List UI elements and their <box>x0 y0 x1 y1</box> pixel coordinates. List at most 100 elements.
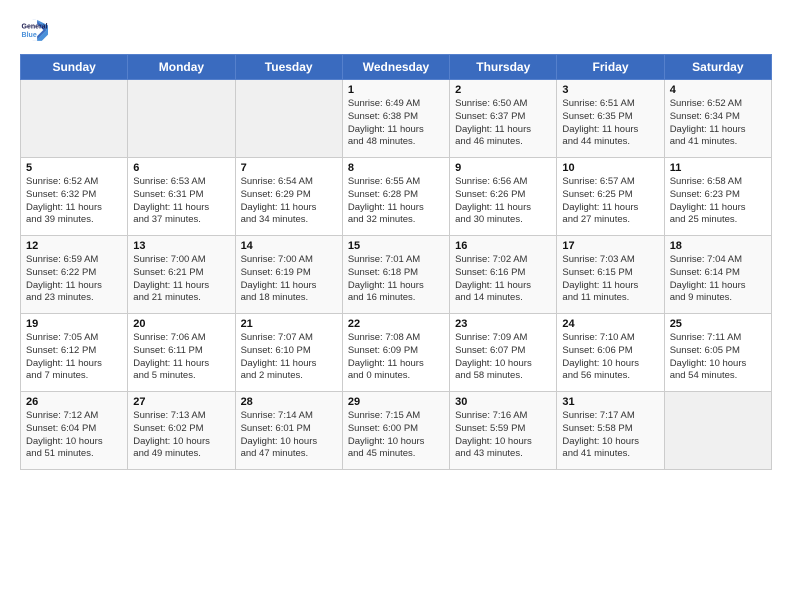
day-cell <box>664 392 771 470</box>
weekday-header-monday: Monday <box>128 55 235 80</box>
logo-icon: General Blue <box>20 16 48 44</box>
day-cell: 3 Sunrise: 6:51 AM Sunset: 6:35 PM Daylig… <box>557 80 664 158</box>
day-number: 22 <box>348 318 444 330</box>
day-number: 4 <box>670 84 766 96</box>
day-cell: 25 Sunrise: 7:11 AM Sunset: 6:05 PM Dayli… <box>664 314 771 392</box>
day-info: Sunrise: 7:07 AM Sunset: 6:10 PM Dayligh… <box>241 332 337 383</box>
day-info: Sunrise: 6:56 AM Sunset: 6:26 PM Dayligh… <box>455 176 551 227</box>
day-number: 15 <box>348 240 444 252</box>
day-number: 23 <box>455 318 551 330</box>
day-info: Sunrise: 7:16 AM Sunset: 5:59 PM Dayligh… <box>455 410 551 461</box>
day-cell: 17 Sunrise: 7:03 AM Sunset: 6:15 PM Dayli… <box>557 236 664 314</box>
day-info: Sunrise: 6:53 AM Sunset: 6:31 PM Dayligh… <box>133 176 229 227</box>
day-number: 30 <box>455 396 551 408</box>
day-number: 5 <box>26 162 122 174</box>
day-info: Sunrise: 6:49 AM Sunset: 6:38 PM Dayligh… <box>348 98 444 149</box>
day-cell: 26 Sunrise: 7:12 AM Sunset: 6:04 PM Dayli… <box>21 392 128 470</box>
day-info: Sunrise: 7:01 AM Sunset: 6:18 PM Dayligh… <box>348 254 444 305</box>
day-info: Sunrise: 7:17 AM Sunset: 5:58 PM Dayligh… <box>562 410 658 461</box>
day-cell: 19 Sunrise: 7:05 AM Sunset: 6:12 PM Dayli… <box>21 314 128 392</box>
day-cell: 1 Sunrise: 6:49 AM Sunset: 6:38 PM Daylig… <box>342 80 449 158</box>
day-info: Sunrise: 7:04 AM Sunset: 6:14 PM Dayligh… <box>670 254 766 305</box>
week-row-2: 12 Sunrise: 6:59 AM Sunset: 6:22 PM Dayli… <box>21 236 772 314</box>
day-info: Sunrise: 6:54 AM Sunset: 6:29 PM Dayligh… <box>241 176 337 227</box>
day-cell <box>235 80 342 158</box>
day-number: 27 <box>133 396 229 408</box>
day-info: Sunrise: 6:55 AM Sunset: 6:28 PM Dayligh… <box>348 176 444 227</box>
day-cell: 22 Sunrise: 7:08 AM Sunset: 6:09 PM Dayli… <box>342 314 449 392</box>
day-cell <box>21 80 128 158</box>
day-info: Sunrise: 7:11 AM Sunset: 6:05 PM Dayligh… <box>670 332 766 383</box>
day-cell: 16Sunrise: 7:02 AM Sunset: 6:16 PM Dayli… <box>450 236 557 314</box>
logo: General Blue <box>20 16 48 44</box>
weekday-header-thursday: Thursday <box>450 55 557 80</box>
day-cell: 7Sunrise: 6:54 AM Sunset: 6:29 PM Daylig… <box>235 158 342 236</box>
day-number: 9 <box>455 162 551 174</box>
day-number: 1 <box>348 84 444 96</box>
day-cell: 6 Sunrise: 6:53 AM Sunset: 6:31 PM Daylig… <box>128 158 235 236</box>
weekday-header-tuesday: Tuesday <box>235 55 342 80</box>
day-number: 3 <box>562 84 658 96</box>
weekday-header-row: SundayMondayTuesdayWednesdayThursdayFrid… <box>21 55 772 80</box>
day-number: 19 <box>26 318 122 330</box>
day-cell: 13 Sunrise: 7:00 AM Sunset: 6:21 PM Dayli… <box>128 236 235 314</box>
day-number: 25 <box>670 318 766 330</box>
day-info: Sunrise: 7:02 AM Sunset: 6:16 PM Dayligh… <box>455 254 551 305</box>
day-info: Sunrise: 6:57 AM Sunset: 6:25 PM Dayligh… <box>562 176 658 227</box>
weekday-header-friday: Friday <box>557 55 664 80</box>
day-number: 11 <box>670 162 766 174</box>
day-info: Sunrise: 6:58 AM Sunset: 6:23 PM Dayligh… <box>670 176 766 227</box>
day-number: 6 <box>133 162 229 174</box>
weekday-header-saturday: Saturday <box>664 55 771 80</box>
day-cell: 20Sunrise: 7:06 AM Sunset: 6:11 PM Dayli… <box>128 314 235 392</box>
day-cell: 12 Sunrise: 6:59 AM Sunset: 6:22 PM Dayli… <box>21 236 128 314</box>
day-number: 8 <box>348 162 444 174</box>
svg-text:General: General <box>22 23 48 30</box>
day-info: Sunrise: 7:09 AM Sunset: 6:07 PM Dayligh… <box>455 332 551 383</box>
day-info: Sunrise: 6:51 AM Sunset: 6:35 PM Dayligh… <box>562 98 658 149</box>
calendar-table: SundayMondayTuesdayWednesdayThursdayFrid… <box>20 54 772 470</box>
day-cell: 23 Sunrise: 7:09 AM Sunset: 6:07 PM Dayli… <box>450 314 557 392</box>
header: General Blue <box>20 16 772 44</box>
day-number: 20 <box>133 318 229 330</box>
day-number: 13 <box>133 240 229 252</box>
day-cell: 10Sunrise: 6:57 AM Sunset: 6:25 PM Dayli… <box>557 158 664 236</box>
week-row-0: 1 Sunrise: 6:49 AM Sunset: 6:38 PM Daylig… <box>21 80 772 158</box>
day-cell: 11 Sunrise: 6:58 AM Sunset: 6:23 PM Dayli… <box>664 158 771 236</box>
day-number: 17 <box>562 240 658 252</box>
day-info: Sunrise: 7:03 AM Sunset: 6:15 PM Dayligh… <box>562 254 658 305</box>
day-cell: 4 Sunrise: 6:52 AM Sunset: 6:34 PM Daylig… <box>664 80 771 158</box>
day-cell: 30 Sunrise: 7:16 AM Sunset: 5:59 PM Dayli… <box>450 392 557 470</box>
day-number: 12 <box>26 240 122 252</box>
day-cell: 24Sunrise: 7:10 AM Sunset: 6:06 PM Dayli… <box>557 314 664 392</box>
day-cell: 18 Sunrise: 7:04 AM Sunset: 6:14 PM Dayli… <box>664 236 771 314</box>
day-cell: 9 Sunrise: 6:56 AM Sunset: 6:26 PM Daylig… <box>450 158 557 236</box>
svg-text:Blue: Blue <box>22 32 37 39</box>
day-number: 24 <box>562 318 658 330</box>
day-number: 21 <box>241 318 337 330</box>
day-cell: 28 Sunrise: 7:14 AM Sunset: 6:01 PM Dayli… <box>235 392 342 470</box>
week-row-1: 5Sunrise: 6:52 AM Sunset: 6:32 PM Daylig… <box>21 158 772 236</box>
day-info: Sunrise: 6:59 AM Sunset: 6:22 PM Dayligh… <box>26 254 122 305</box>
day-cell: 2Sunrise: 6:50 AM Sunset: 6:37 PM Daylig… <box>450 80 557 158</box>
page: General Blue SundayMondayTuesdayWednesda… <box>0 0 792 612</box>
day-number: 26 <box>26 396 122 408</box>
day-info: Sunrise: 7:13 AM Sunset: 6:02 PM Dayligh… <box>133 410 229 461</box>
day-info: Sunrise: 7:14 AM Sunset: 6:01 PM Dayligh… <box>241 410 337 461</box>
day-number: 28 <box>241 396 337 408</box>
day-cell: 5Sunrise: 6:52 AM Sunset: 6:32 PM Daylig… <box>21 158 128 236</box>
day-info: Sunrise: 7:12 AM Sunset: 6:04 PM Dayligh… <box>26 410 122 461</box>
weekday-header-wednesday: Wednesday <box>342 55 449 80</box>
week-row-3: 19 Sunrise: 7:05 AM Sunset: 6:12 PM Dayli… <box>21 314 772 392</box>
day-info: Sunrise: 6:52 AM Sunset: 6:34 PM Dayligh… <box>670 98 766 149</box>
day-number: 18 <box>670 240 766 252</box>
day-info: Sunrise: 7:08 AM Sunset: 6:09 PM Dayligh… <box>348 332 444 383</box>
day-cell: 14 Sunrise: 7:00 AM Sunset: 6:19 PM Dayli… <box>235 236 342 314</box>
day-number: 2 <box>455 84 551 96</box>
day-info: Sunrise: 7:15 AM Sunset: 6:00 PM Dayligh… <box>348 410 444 461</box>
day-info: Sunrise: 7:00 AM Sunset: 6:19 PM Dayligh… <box>241 254 337 305</box>
day-info: Sunrise: 7:00 AM Sunset: 6:21 PM Dayligh… <box>133 254 229 305</box>
day-number: 14 <box>241 240 337 252</box>
day-info: Sunrise: 7:05 AM Sunset: 6:12 PM Dayligh… <box>26 332 122 383</box>
day-number: 29 <box>348 396 444 408</box>
